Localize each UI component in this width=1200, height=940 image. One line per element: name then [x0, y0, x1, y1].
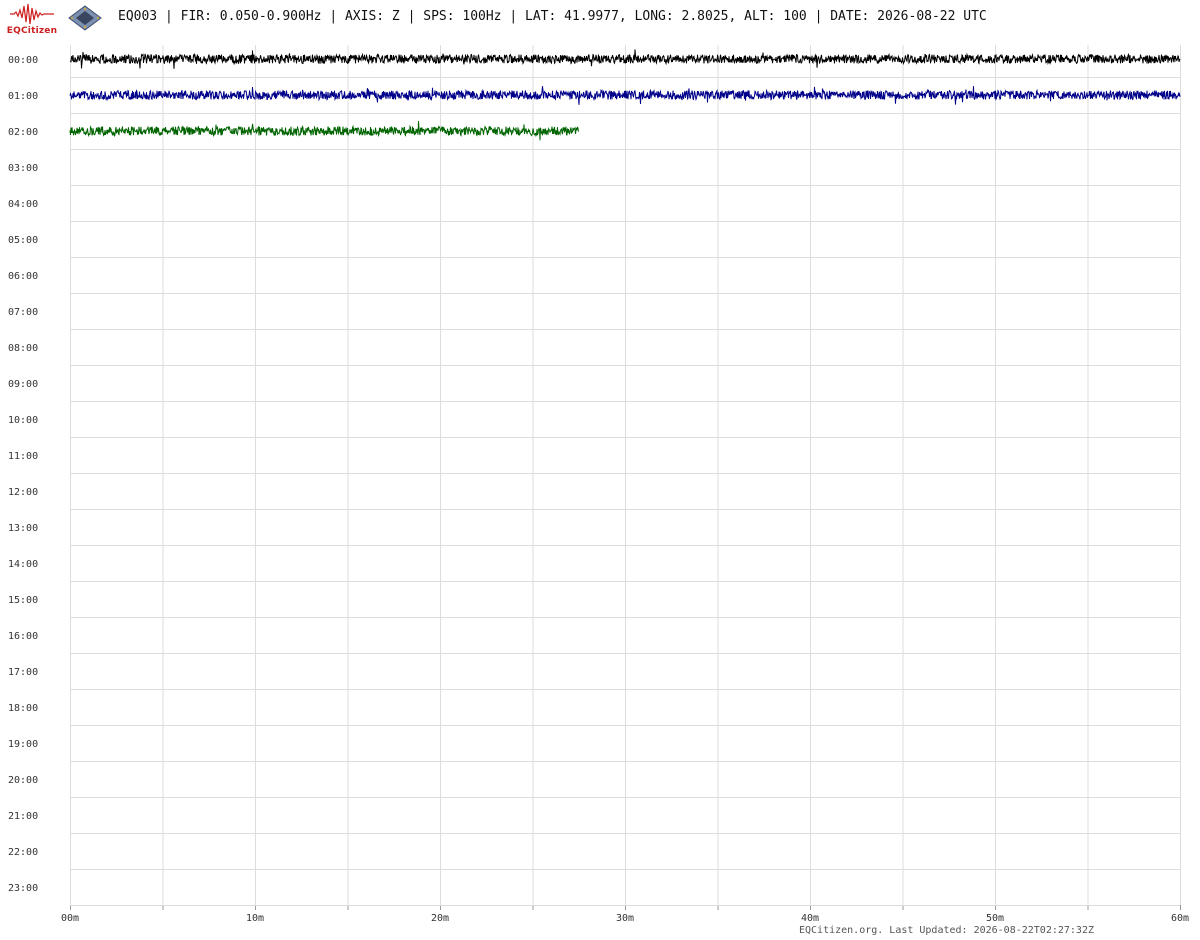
- y-tick-label: 02:00: [8, 127, 38, 138]
- helicorder-plot: 00:00 01:00 02:00 03:00 04:00 05:00 06:00 07:00…: [8, 45, 1189, 924]
- y-tick-label: 21:00: [8, 811, 38, 822]
- x-tick-label: 30m: [616, 913, 634, 924]
- y-tick-label: 16:00: [8, 631, 38, 642]
- y-tick-label: 17:00: [8, 667, 38, 678]
- trace-0200: [69, 121, 579, 141]
- y-tick-label: 15:00: [8, 595, 38, 606]
- x-tick-label: 10m: [246, 913, 264, 924]
- y-tick-label: 13:00: [8, 523, 38, 534]
- x-tick-label: 60m: [1171, 913, 1189, 924]
- y-tick-label: 18:00: [8, 703, 38, 714]
- y-tick-label: 20:00: [8, 775, 38, 786]
- y-tick-label: 08:00: [8, 343, 38, 354]
- y-tick-label: 03:00: [8, 163, 38, 174]
- y-tick-label: 12:00: [8, 487, 38, 498]
- y-tick-label: 00:00: [8, 55, 38, 66]
- y-tick-label: 23:00: [8, 883, 38, 894]
- y-tick-label: 22:00: [8, 847, 38, 858]
- y-tick-label: 10:00: [8, 415, 38, 426]
- y-tick-label: 09:00: [8, 379, 38, 390]
- x-tick-label: 50m: [986, 913, 1004, 924]
- y-tick-label: 01:00: [8, 91, 38, 102]
- y-tick-label: 06:00: [8, 271, 38, 282]
- y-tick-label: 11:00: [8, 451, 38, 462]
- x-tick-label: 00m: [61, 913, 79, 924]
- y-tick-label: 14:00: [8, 559, 38, 570]
- y-tick-label: 19:00: [8, 739, 38, 750]
- y-tick-label: 05:00: [8, 235, 38, 246]
- y-tick-label: 07:00: [8, 307, 38, 318]
- x-tick-label: 20m: [431, 913, 449, 924]
- x-tick-label: 40m: [801, 913, 819, 924]
- seismogram-viewer: EQCitizen EQ003 | FIR: 0.050-0.900Hz | A…: [0, 0, 1200, 940]
- y-tick-label: 04:00: [8, 199, 38, 210]
- last-updated-footer: EQCitizen.org. Last Updated: 2026-08-22T…: [798, 925, 1094, 936]
